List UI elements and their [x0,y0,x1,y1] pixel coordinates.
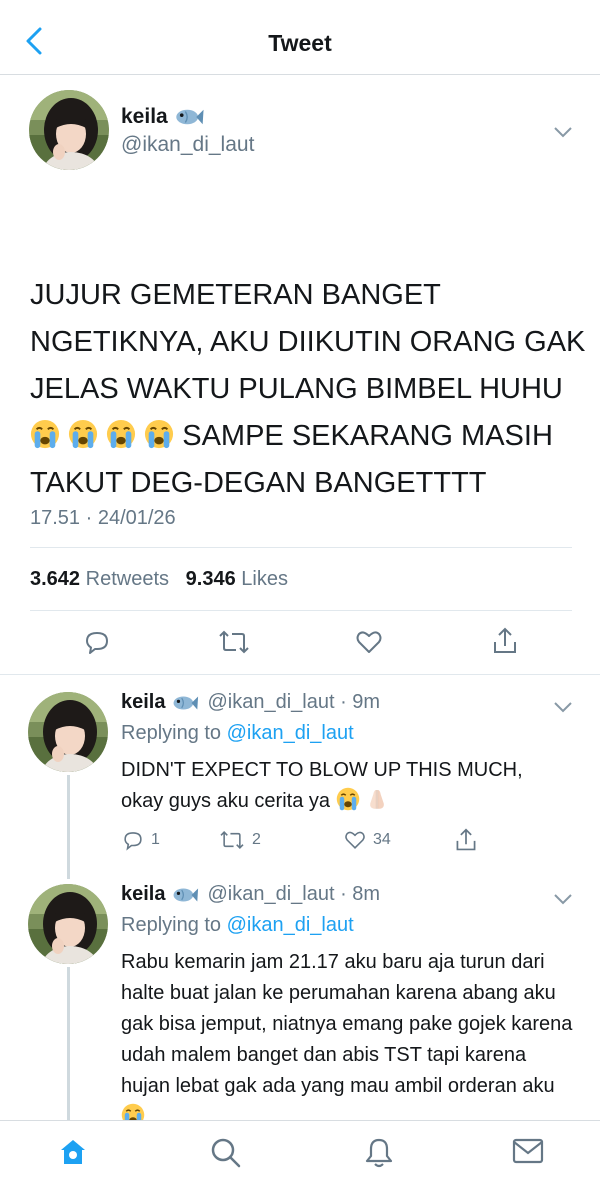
page-title: Tweet [268,30,332,56]
thread-line [67,867,70,879]
author-name[interactable]: keila [121,691,165,714]
heart-icon [345,831,365,849]
tweet-text-part1: JUJUR GEMETERAN BANGET NGETIKNYA, AKU DI… [30,279,586,405]
reply-button[interactable]: 1 [121,829,160,851]
top-nav-bar: Tweet [0,0,600,75]
like-count: 34 [373,831,391,848]
home-icon [61,1140,85,1164]
tweet-options-button[interactable] [553,700,573,718]
like-button[interactable] [355,628,383,661]
bottom-tab-bar [0,1120,600,1200]
author-name[interactable]: keila [121,883,165,906]
retweet-icon [220,831,244,849]
share-icon [494,627,516,653]
replying-to-line: Replying to @ikan_di_laut [121,722,354,745]
retweets-label[interactable]: Retweets [86,568,169,590]
chevron-down-icon [554,127,572,138]
chevron-down-icon [554,894,572,905]
author-handle-time[interactable]: @ikan_di_laut · 9m [207,691,380,714]
reply-tweet[interactable]: keila @ikan_di_laut · 8m Replying to @ik… [0,867,600,1120]
tweet-text: JUJUR GEMETERAN BANGET NGETIKNYA, AKU DI… [30,272,590,507]
engagement-stats: 3.642 Retweets 9.346 Likes [30,568,288,591]
fish-emoji-icon [174,107,204,127]
reply-icon [86,632,108,654]
reply-text-content: Rabu kemarin jam 21.17 aku baru aja turu… [121,951,573,1097]
reply-text-content: DIDN'T EXPECT TO BLOW UP THIS MUCH, okay… [121,759,523,812]
tab-messages[interactable] [512,1137,544,1170]
crying-face-emoji-icon [144,419,174,449]
fish-emoji-icon [171,886,199,904]
crying-face-emoji-icon [106,419,136,449]
tweet-options-button[interactable] [553,892,573,910]
divider [30,547,572,548]
main-tweet: keila @ikan_di_laut JUJUR GEMETERAN BANG… [0,75,600,675]
fish-emoji-icon [171,694,199,712]
share-button[interactable] [454,827,478,853]
replying-mention[interactable]: @ikan_di_laut [227,914,354,936]
replying-to-line: Replying to @ikan_di_laut [121,914,354,937]
retweet-button[interactable]: 2 [218,829,261,851]
reply-text: DIDN'T EXPECT TO BLOW UP THIS MUCH, okay… [121,755,561,817]
replying-mention[interactable]: @ikan_di_laut [227,722,354,744]
avatar[interactable] [28,692,108,772]
likes-count[interactable]: 9.346 [186,568,236,590]
author-handle-time[interactable]: @ikan_di_laut · 8m [207,883,380,906]
search-icon [211,1138,241,1168]
share-button[interactable] [491,626,519,661]
replying-label: Replying to [121,722,222,744]
folded-hands-emoji-icon [365,787,389,811]
reply-icon [124,832,142,851]
crying-face-emoji-icon [30,419,60,449]
reply-text: Rabu kemarin jam 21.17 aku baru aja turu… [121,947,576,1120]
tweet-options-button[interactable] [553,125,573,143]
chevron-down-icon [554,702,572,713]
thread-line [67,967,70,1120]
tab-search[interactable] [210,1137,242,1174]
retweets-count[interactable]: 3.642 [30,568,80,590]
retweet-button[interactable] [218,628,250,661]
bell-icon [365,1138,393,1168]
heart-icon [356,631,382,653]
envelope-icon [512,1138,544,1164]
crying-face-emoji-icon [336,787,360,811]
divider [30,610,572,611]
avatar[interactable] [28,884,108,964]
reply-count: 1 [151,831,160,848]
avatar[interactable] [29,90,109,170]
tab-notifications[interactable] [364,1137,394,1174]
author-handle[interactable]: @ikan_di_laut [121,133,254,157]
replying-label: Replying to [121,914,222,936]
likes-label[interactable]: Likes [241,568,288,590]
author-name[interactable]: keila [121,105,168,129]
crying-face-emoji-icon [68,419,98,449]
tweet-timestamp: 17.51 · 24/01/26 [30,507,176,529]
crying-face-emoji-icon [121,1103,145,1120]
thread-line [67,775,70,870]
retweet-count: 2 [252,831,261,848]
reply-tweet[interactable]: keila @ikan_di_laut · 9m Replying to @ik… [0,675,600,870]
tab-home[interactable] [58,1137,88,1172]
share-icon [456,828,476,851]
reply-button[interactable] [83,628,111,661]
like-button[interactable]: 34 [343,829,391,851]
retweet-icon [219,630,249,654]
